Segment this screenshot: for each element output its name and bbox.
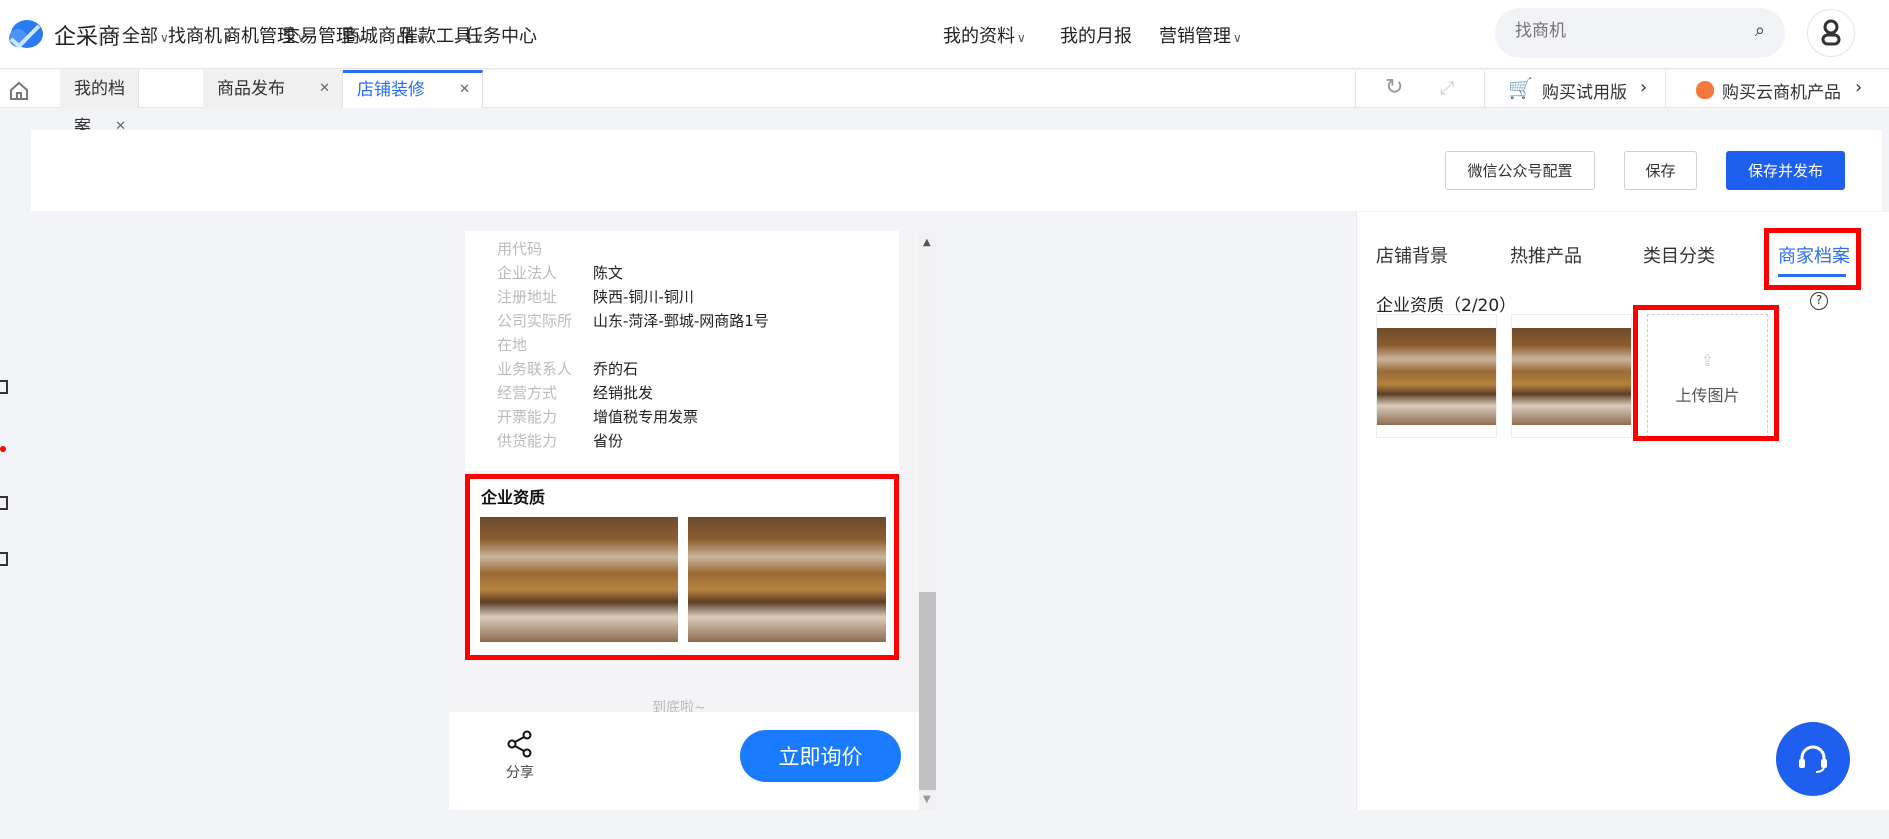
tab-my-archive[interactable]: 我的档案 ✕ [60,70,139,137]
scrollbar-thumb[interactable] [919,592,936,790]
notification-dot [0,446,6,452]
info-row: 公司实际所 山东-菏泽-鄄城-网商路1号 [497,312,769,330]
buy-product-link[interactable]: 购买云商机产品 [1722,78,1841,103]
nav-marketing[interactable]: 营销管理 ∨ [1159,22,1242,48]
thumbnail[interactable] [1376,314,1497,438]
sidebar-icon[interactable] [0,380,8,394]
info-row: 注册地址 陕西-铜川-铜川 [497,288,694,306]
tab-store-decoration[interactable]: 店铺装修 ✕ [343,70,483,108]
share-icon [507,730,532,758]
top-header: 企采商 ⁝⁝⁝ 全部 ∨ 找商机 ∨ 商机管理 ∨ 交易管理 ∨ 商城商品 ∨ 催款工具 ∨… [0,0,1889,69]
highlight-box [1633,305,1779,441]
help-icon[interactable]: ? [1810,292,1828,310]
tab-product-publish[interactable]: 商品发布 ✕ [203,70,343,108]
nav-task-center[interactable]: 任务中心 [465,22,537,48]
info-row: 在地 [497,336,528,354]
user-icon [1821,19,1841,46]
bottom-action-bar: 分享 立即询价 [449,712,919,810]
nav-all[interactable]: 全部 ∨ [122,22,169,48]
save-publish-button[interactable]: 保存并发布 [1726,151,1845,190]
sidebar-icon[interactable] [0,496,8,510]
tab-categories[interactable]: 类目分类 [1643,242,1715,268]
tab-store-background[interactable]: 店铺背景 [1376,242,1448,268]
toolbar: 微信公众号配置 保存 保存并发布 [31,130,1882,211]
search-input[interactable] [1515,21,1735,41]
wechat-config-button[interactable]: 微信公众号配置 [1445,151,1595,190]
headset-icon [1799,745,1827,773]
fullscreen-icon[interactable]: ⤢ [1440,78,1454,99]
nav-monthly-report[interactable]: 我的月报 [1060,22,1132,48]
info-row: 开票能力 增值税专用发票 [497,408,699,426]
money-bag-icon [1696,81,1714,99]
thumbnail[interactable] [1511,314,1632,438]
scroll-up-icon[interactable]: ▲ [923,237,931,248]
highlight-box [465,474,899,660]
divider [99,24,100,46]
highlight-box [1764,228,1861,290]
nav-my-profile[interactable]: 我的资料 ∨ [943,22,1026,48]
preview-scrollbar[interactable]: ▲ ▼ [919,231,936,810]
close-icon[interactable]: ✕ [319,70,330,108]
merchant-info-card: 用代码 企业法人 陈文 注册地址 陕西-铜川-铜川 公司实际所 山东-菏泽-鄄城-网商… [465,231,899,471]
close-icon[interactable]: ✕ [459,73,470,107]
search-icon[interactable]: ⌕ [1755,20,1765,41]
share-button[interactable]: 分享 [495,730,545,782]
grid-icon[interactable]: ⁝⁝⁝ [107,25,120,41]
save-button[interactable]: 保存 [1624,151,1697,190]
refresh-icon[interactable]: ↻ [1385,75,1403,100]
phone-preview: 用代码 企业法人 陈文 注册地址 陕西-铜川-铜川 公司实际所 山东-菏泽-鄄城-网商… [449,231,919,810]
logo-icon [9,20,43,49]
info-row: 供货能力 省份 [497,432,624,450]
info-row: 经营方式 经销批发 [497,384,654,402]
buy-trial-link[interactable]: 购买试用版 [1542,78,1627,103]
tab-bar: 我的档案 ✕ 商品发布 ✕ 店铺装修 ✕ ↻ ⤢ 🛒 购买试用版 › 购买云商机产品 … [0,70,1889,137]
home-icon[interactable] [9,81,29,101]
customer-service-button[interactable] [1776,722,1850,796]
scroll-down-icon[interactable]: ▼ [923,794,931,805]
search-box[interactable]: ⌕ [1495,8,1785,58]
tab-hot-products[interactable]: 热推产品 [1510,242,1582,268]
sidebar-icon[interactable] [0,552,8,566]
qualification-title: 企业资质（2/20） [1376,296,1517,316]
info-row: 企业法人 陈文 [497,264,624,282]
share-label: 分享 [506,765,534,781]
avatar[interactable] [1807,9,1855,57]
cart-icon: 🛒 [1508,76,1533,100]
info-row: 业务联系人 乔的石 [497,360,639,378]
chevron-right-icon: › [1640,77,1648,98]
inquiry-button[interactable]: 立即询价 [740,730,901,782]
info-row: 用代码 [497,240,543,258]
chevron-right-icon: › [1855,77,1863,98]
